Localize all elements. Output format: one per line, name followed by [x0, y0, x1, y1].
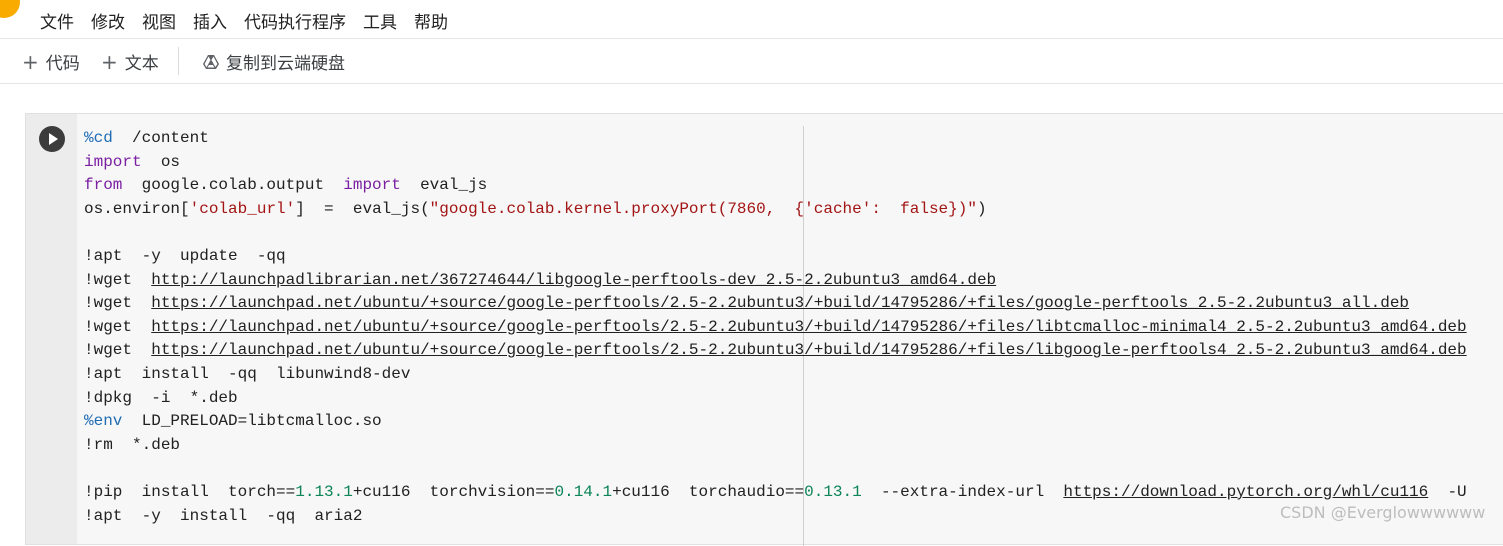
drive-icon	[203, 54, 219, 69]
menu-item[interactable]: 帮助	[414, 8, 448, 33]
add-text-button[interactable]: + 文本	[101, 49, 159, 75]
menu-item[interactable]: 视图	[142, 8, 176, 33]
code-link[interactable]: https://launchpad.net/ubuntu/+source/goo…	[151, 294, 1409, 312]
code-token: -U	[1428, 482, 1467, 501]
code-line: os.environ['colab_url'] = eval_js("googl…	[84, 198, 1467, 222]
code-line: !wget https://launchpad.net/ubuntu/+sour…	[84, 292, 1467, 316]
code-line: !apt -y update -qq	[84, 245, 1467, 269]
add-text-label: 文本	[124, 54, 159, 74]
code-link[interactable]: https://launchpad.net/ubuntu/+source/goo…	[151, 318, 1466, 336]
code-token: ] = eval_js(	[295, 199, 430, 218]
code-link[interactable]: https://download.pytorch.org/whl/cu116	[1063, 483, 1428, 501]
code-token: "google.colab.kernel.proxyPort(7860, {'c…	[429, 199, 977, 218]
code-line: !wget https://launchpad.net/ubuntu/+sour…	[84, 339, 1467, 363]
code-cell[interactable]: %cd /content import os from google.colab.o…	[25, 113, 1503, 546]
menu-item[interactable]: 文件	[40, 8, 74, 33]
cell-gutter	[26, 114, 77, 544]
code-token: 0.14.1	[554, 482, 613, 501]
toolbar: + 代码 + 文本 复制到云端硬盘	[0, 38, 1503, 84]
code-token: )	[976, 199, 987, 218]
copy-to-drive-button[interactable]: 复制到云端硬盘	[203, 49, 345, 74]
code-link[interactable]: http://launchpadlibrarian.net/367274644/…	[151, 271, 996, 289]
run-cell-button[interactable]	[39, 126, 65, 152]
code-token: !wget	[84, 294, 152, 313]
code-link[interactable]: https://launchpad.net/ubuntu/+source/goo…	[151, 341, 1466, 359]
code-token: os	[141, 152, 181, 171]
watermark: CSDN @Everglowwwwww	[1280, 503, 1486, 522]
code-line: !dpkg -i *.deb	[84, 387, 1467, 411]
copy-to-drive-label: 复制到云端硬盘	[226, 54, 345, 74]
code-token: +cu116 torchvision==	[352, 482, 555, 501]
code-line: !wget http://launchpadlibrarian.net/3672…	[84, 269, 1467, 293]
code-token: 'colab_url'	[189, 199, 296, 218]
plus-icon: +	[101, 49, 118, 74]
add-code-label: 代码	[45, 54, 80, 74]
code-line: !rm *.deb	[84, 434, 1467, 458]
code-token: !apt -y install -qq aria2	[84, 506, 363, 525]
code-token: !rm *.deb	[84, 435, 181, 454]
code-token: !dpkg -i *.deb	[84, 388, 238, 407]
add-code-button[interactable]: + 代码	[22, 49, 80, 75]
code-token: %cd	[84, 129, 113, 147]
code-line: from google.colab.output import eval_js	[84, 174, 1467, 198]
code-line: !pip install torch==1.13.1+cu116 torchvi…	[84, 481, 1467, 505]
plus-icon: +	[22, 49, 39, 74]
code-line: !apt install -qq libunwind8-dev	[84, 363, 1467, 387]
code-token: +cu116 torchaudio==	[612, 482, 805, 501]
code-editor[interactable]: %cd /content import os from google.colab.o…	[84, 127, 1467, 528]
code-token: import	[84, 152, 142, 171]
code-line: %env LD_PRELOAD=libtcmalloc.so	[84, 410, 1467, 434]
code-token: !pip install torch==	[84, 482, 296, 501]
code-line: !wget https://launchpad.net/ubuntu/+sour…	[84, 316, 1467, 340]
code-token: from	[84, 176, 123, 195]
code-token: google.colab.output	[122, 176, 344, 195]
code-token: !apt install -qq libunwind8-dev	[84, 364, 411, 383]
code-token: LD_PRELOAD=libtcmalloc.so	[122, 412, 382, 431]
menu-bar: 文件 修改 视图 插入 代码执行程序 工具 帮助	[0, 0, 1503, 38]
code-token: os.environ[	[84, 199, 190, 218]
menu-item[interactable]: 插入	[193, 8, 227, 33]
toolbar-divider	[178, 47, 179, 75]
code-token: eval_js	[400, 176, 488, 195]
menu-items: 文件 修改 视图 插入 代码执行程序 工具 帮助	[40, 8, 448, 33]
code-token: !apt -y update -qq	[84, 246, 286, 265]
menu-item[interactable]: 修改	[91, 8, 125, 33]
code-token: 0.13.1	[804, 482, 862, 501]
code-token: --extra-index-url	[861, 482, 1064, 501]
code-token: /content	[112, 129, 209, 147]
code-token: %env	[84, 412, 123, 431]
menu-item[interactable]: 工具	[363, 8, 397, 33]
code-token: !wget	[84, 317, 152, 336]
code-token: !wget	[84, 270, 152, 289]
menu-item[interactable]: 代码执行程序	[244, 8, 346, 33]
code-line: import os	[84, 151, 1467, 175]
code-token: 1.13.1	[295, 482, 353, 501]
code-token: import	[343, 176, 401, 195]
code-token: !wget	[84, 341, 152, 360]
code-line: %cd /content	[84, 127, 1467, 151]
code-line: !apt -y install -qq aria2	[84, 505, 1467, 529]
play-icon	[49, 133, 58, 145]
